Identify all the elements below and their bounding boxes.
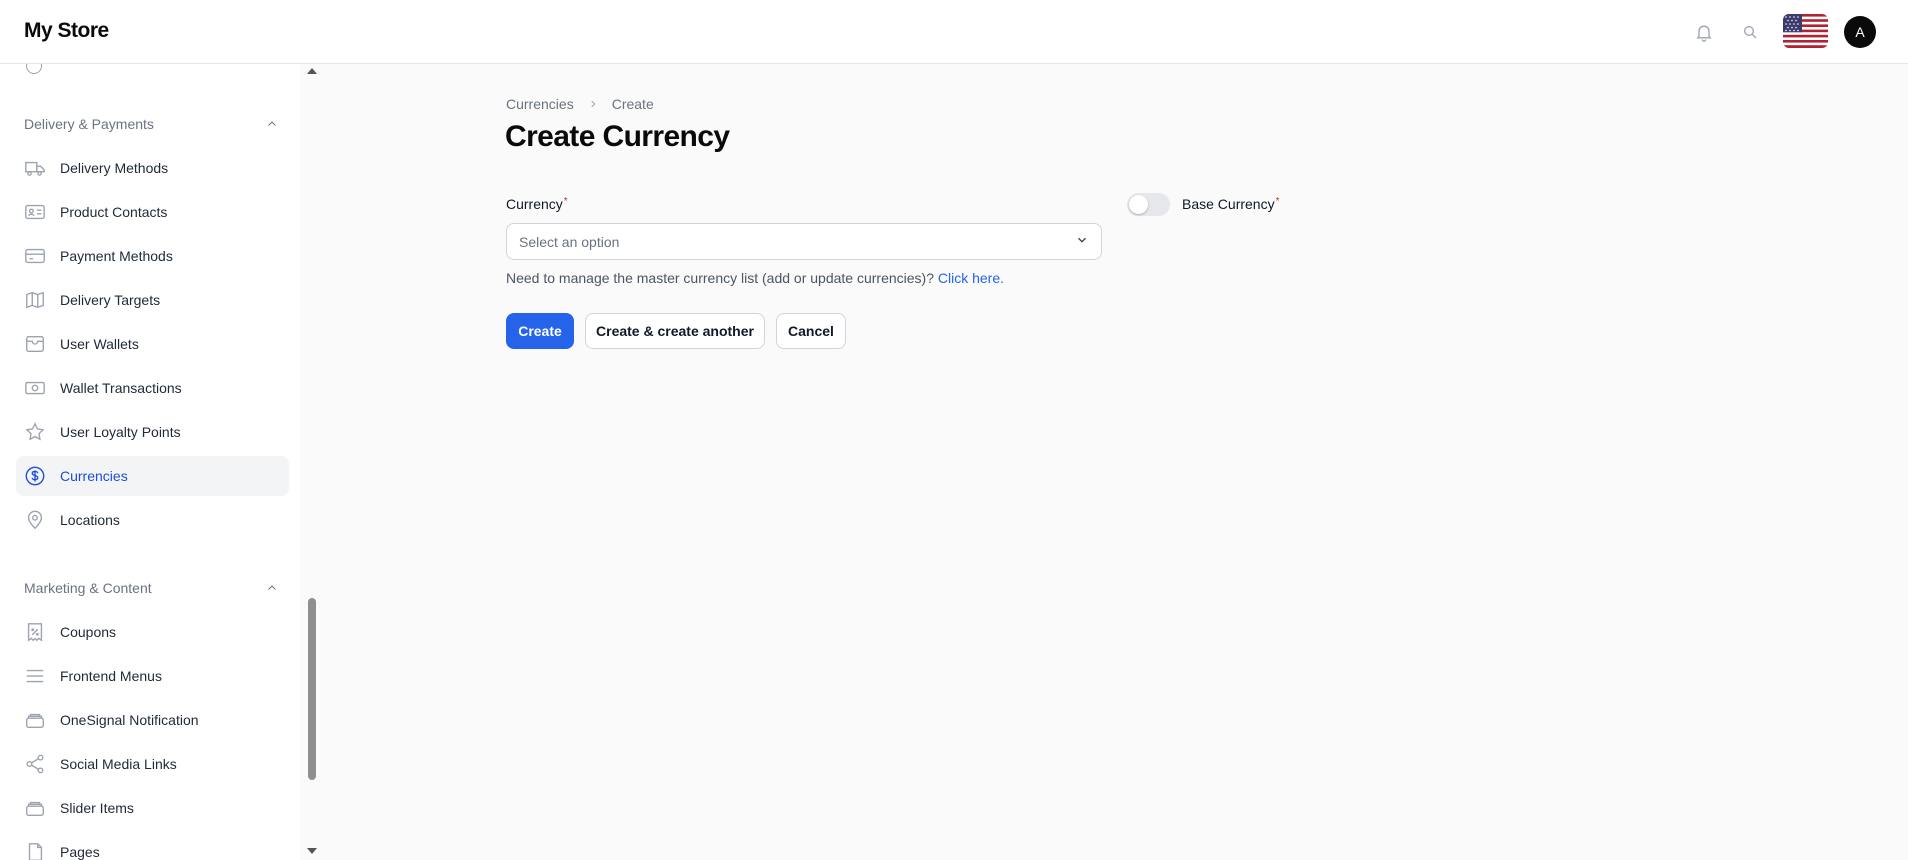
breadcrumb-link-currencies[interactable]: Currencies xyxy=(506,96,574,112)
sidebar-item-label: Payment Methods xyxy=(60,248,173,264)
sidebar-item-payment-methods[interactable]: Payment Methods xyxy=(16,236,289,276)
sidebar-item-frontend-menus[interactable]: Frontend Menus xyxy=(16,656,289,696)
menu-lines-icon xyxy=(24,665,46,687)
sidebar-item-product-contacts[interactable]: Product Contacts xyxy=(16,192,289,232)
sidebar-item-wallet-transactions[interactable]: Wallet Transactions xyxy=(16,368,289,408)
sidebar-item-label: Wallet Transactions xyxy=(60,380,182,396)
sidebar-item-currencies[interactable]: Currencies xyxy=(16,456,289,496)
receipt-percent-icon xyxy=(24,621,46,643)
sidebar-item-label: Pages xyxy=(60,844,100,860)
chevron-down-icon xyxy=(1075,233,1089,250)
sidebar-item-label: OneSignal Notification xyxy=(60,712,199,728)
create-button[interactable]: Create xyxy=(506,313,574,349)
scrollbar-thumb[interactable] xyxy=(308,598,316,780)
credit-card-icon xyxy=(24,245,46,267)
map-icon xyxy=(24,289,46,311)
create-another-button[interactable]: Create & create another xyxy=(585,313,765,349)
toggle-knob xyxy=(1129,195,1148,214)
sidebar-item-onesignal-notification[interactable]: OneSignal Notification xyxy=(16,700,289,740)
sidebar-item-label: Coupons xyxy=(60,624,117,640)
base-currency-label: Base Currency* xyxy=(1182,196,1280,212)
wallet-icon xyxy=(24,333,46,355)
scroll-up-arrow-icon[interactable] xyxy=(307,68,317,74)
cancel-button[interactable]: Cancel xyxy=(776,313,846,349)
currency-select[interactable]: Select an option xyxy=(506,223,1102,260)
currency-label-text: Currency xyxy=(506,196,563,212)
help-text: Need to manage the master currency list … xyxy=(506,270,934,286)
map-pin-icon xyxy=(24,509,46,531)
sidebar-item-pages[interactable]: Pages xyxy=(16,832,289,860)
sidebar-item-label: Delivery Targets xyxy=(60,292,161,308)
sidebar-item-label: Product Contacts xyxy=(60,204,168,220)
brand-logo[interactable]: My Store xyxy=(24,19,109,43)
top-bar: My Store A xyxy=(0,0,1908,64)
partial-nav-icon xyxy=(26,64,42,74)
sidebar-item-label: User Wallets xyxy=(60,336,139,352)
sidebar-item-delivery-targets[interactable]: Delivery Targets xyxy=(16,280,289,320)
star-icon xyxy=(24,421,46,443)
sidebar: Delivery & Payments Delivery Methods Pro… xyxy=(0,64,300,860)
chevron-up-icon xyxy=(268,121,276,126)
base-currency-label-text: Base Currency xyxy=(1182,196,1275,212)
avatar[interactable]: A xyxy=(1844,16,1876,48)
currency-dollar-icon xyxy=(24,465,46,487)
sidebar-item-label: Currencies xyxy=(60,468,128,484)
currency-help-text: Need to manage the master currency list … xyxy=(506,270,1004,286)
sidebar-item-user-loyalty-points[interactable]: User Loyalty Points xyxy=(16,412,289,452)
sidebar-item-label: Frontend Menus xyxy=(60,668,162,684)
sidebar-item-coupons[interactable]: Coupons xyxy=(16,612,289,652)
document-icon xyxy=(24,841,46,860)
sidebar-item-delivery-methods[interactable]: Delivery Methods xyxy=(16,148,289,188)
page-title: Create Currency xyxy=(505,120,730,153)
truck-icon xyxy=(24,157,46,179)
sidebar-item-label: Slider Items xyxy=(60,800,134,816)
breadcrumb: Currencies Create xyxy=(506,96,654,112)
bell-icon[interactable] xyxy=(1692,20,1716,44)
sidebar-item-label: Social Media Links xyxy=(60,756,177,772)
group-delivery-payments[interactable]: Delivery & Payments xyxy=(24,112,278,136)
us-flag-icon[interactable] xyxy=(1783,14,1828,48)
group-label: Delivery & Payments xyxy=(24,116,154,132)
cash-icon xyxy=(24,377,46,399)
sidebar-item-label: Delivery Methods xyxy=(60,160,169,176)
chevron-right-icon xyxy=(588,99,598,109)
sidebar-item-label: Locations xyxy=(60,512,120,528)
base-currency-toggle[interactable] xyxy=(1127,193,1170,216)
stack-icon xyxy=(24,797,46,819)
chevron-up-icon xyxy=(268,585,276,590)
required-mark: * xyxy=(563,196,568,207)
sidebar-item-user-wallets[interactable]: User Wallets xyxy=(16,324,289,364)
sidebar-item-slider-items[interactable]: Slider Items xyxy=(16,788,289,828)
click-here-link[interactable]: Click here. xyxy=(938,270,1004,286)
stack-icon xyxy=(24,709,46,731)
contact-card-icon xyxy=(24,201,46,223)
sidebar-item-social-media-links[interactable]: Social Media Links xyxy=(16,744,289,784)
group-marketing-content[interactable]: Marketing & Content xyxy=(24,576,278,600)
currency-field-label: Currency* xyxy=(506,196,568,212)
group-label: Marketing & Content xyxy=(24,580,152,596)
required-mark: * xyxy=(1275,196,1280,207)
sidebar-item-label: User Loyalty Points xyxy=(60,424,181,440)
share-icon xyxy=(24,753,46,775)
search-icon[interactable] xyxy=(1738,20,1762,44)
currency-select-placeholder: Select an option xyxy=(519,233,620,250)
breadcrumb-current: Create xyxy=(611,96,654,112)
scroll-down-arrow-icon[interactable] xyxy=(307,848,317,854)
sidebar-item-locations[interactable]: Locations xyxy=(16,500,289,540)
